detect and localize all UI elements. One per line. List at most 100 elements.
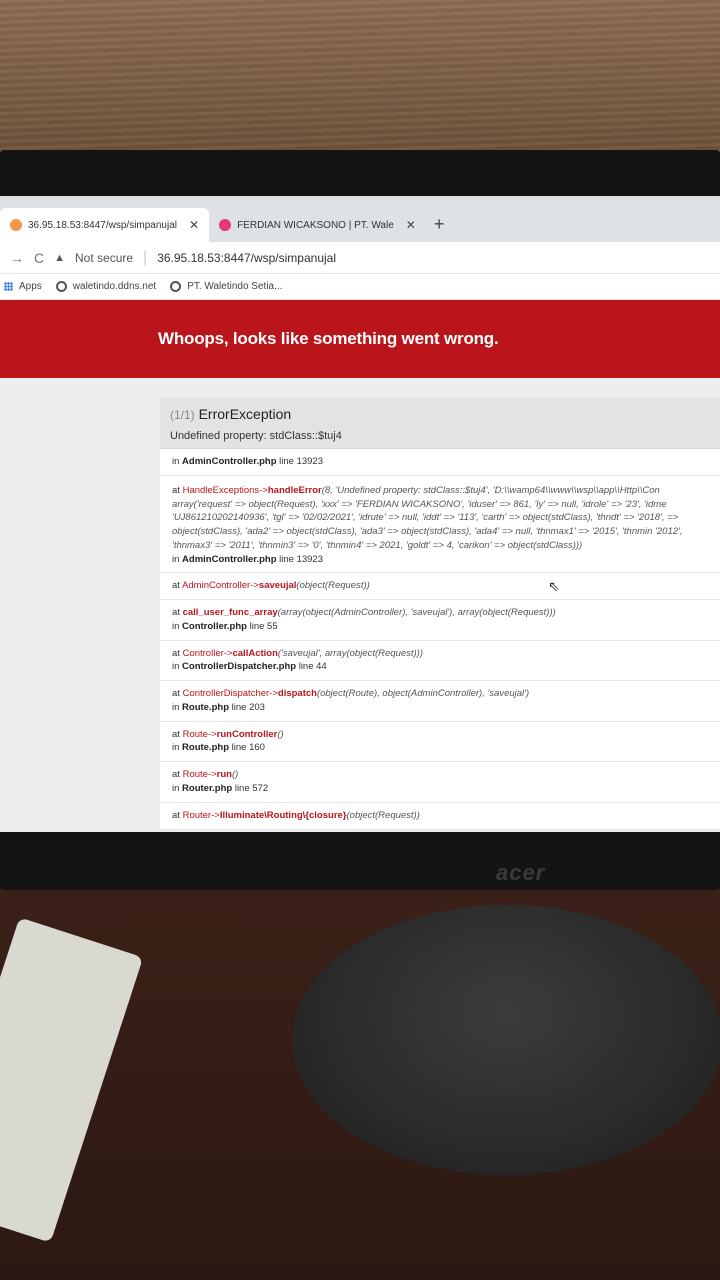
frame-args: (array(object(AdminController), 'saveuja… — [277, 607, 556, 619]
frame-args: (object(Route), object(AdminController),… — [316, 688, 530, 700]
frame-in: in — [172, 553, 180, 565]
frame-line: line 203 — [231, 701, 265, 713]
mouse-cursor-icon: ⇖ — [548, 578, 560, 594]
frame-prefix: at — [172, 580, 180, 592]
exception-header: (1/1) ErrorException Undefined property:… — [160, 398, 720, 449]
frame-args: () — [231, 769, 239, 781]
bookmarks-bar: Apps waletindo.ddns.net PT. Waletindo Se… — [0, 274, 720, 300]
frame-prefix: at — [172, 769, 180, 781]
warning-icon[interactable]: ▲ — [54, 252, 65, 264]
frame-function: run — [216, 769, 232, 781]
frame-function: handleError — [267, 484, 322, 496]
address-input[interactable]: 36.95.18.53:8447/wsp/simpanujal — [157, 251, 336, 265]
frame-file: Route.php — [182, 742, 230, 754]
stack-frame[interactable]: at Route->runController() in Route.php li… — [160, 721, 720, 763]
location-file: AdminController.php — [182, 456, 277, 467]
frame-line: line 55 — [249, 620, 278, 632]
site-favicon-icon — [10, 219, 22, 231]
frame-file: ControllerDispatcher.php — [182, 661, 297, 673]
frame-class: Route — [182, 769, 208, 781]
frame-args: (object(Request)) — [296, 580, 370, 592]
frame-function: runController — [216, 728, 278, 740]
stack-frame[interactable]: at Controller->callAction('saveujal', ar… — [160, 640, 720, 682]
close-tab-icon[interactable]: ✕ — [406, 218, 416, 232]
frame-prefix: at — [172, 607, 180, 619]
frame-prefix: at — [172, 484, 180, 496]
error-body: (1/1) ErrorException Undefined property:… — [0, 378, 720, 832]
bookmark-label: waletindo.ddns.net — [72, 281, 157, 292]
stack-frame[interactable]: at Route->run() in Router.php line 572 — [160, 762, 720, 803]
frame-in: in — [172, 742, 180, 754]
globe-icon — [55, 281, 67, 292]
bookmark-waletindo-setia[interactable]: PT. Waletindo Setia... — [170, 281, 282, 292]
frame-function: saveujal — [258, 580, 297, 592]
bookmark-label: Apps — [19, 281, 42, 292]
security-label[interactable]: Not secure — [75, 251, 133, 265]
frame-class: Controller — [182, 647, 224, 659]
forward-arrow-icon[interactable]: → — [10, 250, 24, 266]
frame-line: line 572 — [234, 783, 269, 795]
address-toolbar: → C ▲ Not secure | 36.95.18.53:8447/wsp/… — [0, 242, 720, 274]
reload-icon[interactable]: C — [34, 250, 44, 266]
frame-line: line 44 — [298, 661, 327, 673]
new-tab-button[interactable]: + — [434, 214, 445, 235]
close-tab-icon[interactable]: ✕ — [189, 218, 199, 232]
stack-frame[interactable]: at ControllerDispatcher->dispatch(object… — [160, 681, 720, 722]
frame-arrow: -> — [269, 688, 278, 700]
frame-class: HandleExceptions — [182, 484, 260, 496]
monitor-stand — [292, 905, 720, 1175]
frame-args: (object(Request)) — [346, 809, 420, 821]
frame-function: dispatch — [277, 688, 317, 700]
frame-class: ControllerDispatcher — [182, 688, 270, 700]
globe-icon — [170, 281, 182, 292]
stack-frame[interactable]: at Router->Illuminate\Routing\{closure}(… — [160, 802, 720, 830]
frame-in: in — [172, 783, 180, 795]
frame-file: Controller.php — [182, 620, 247, 632]
stack-trace: at HandleExceptions->handleError(8, 'Und… — [160, 475, 720, 830]
frame-file: AdminController.php — [182, 553, 277, 565]
wall-background — [0, 0, 720, 160]
frame-arrow: -> — [207, 728, 217, 740]
tab-label: FERDIAN WICAKSONO | PT. Wale — [237, 219, 394, 231]
frame-class: Route — [182, 728, 208, 740]
frame-line: line 13923 — [279, 553, 324, 565]
frame-arrow: -> — [250, 580, 259, 592]
frame-class: Router — [182, 809, 212, 821]
error-banner: Whoops, looks like something went wrong. — [0, 300, 720, 378]
frame-file: Router.php — [182, 783, 233, 795]
frame-line: line 160 — [231, 742, 265, 754]
frame-prefix: at — [172, 809, 180, 821]
frame-prefix: at — [172, 647, 180, 659]
browser-window: 36.95.18.53:8447/wsp/simpanujal ✕ FERDIA… — [0, 196, 720, 832]
bookmark-label: PT. Waletindo Setia... — [187, 281, 283, 292]
stack-frame[interactable]: at HandleExceptions->handleError(8, 'Und… — [160, 475, 720, 574]
tab-label: 36.95.18.53:8447/wsp/simpanujal — [28, 219, 177, 231]
exception-message: Undefined property: stdClass::$tuj4 — [170, 430, 342, 442]
exception-class: ErrorException — [198, 406, 292, 422]
frame-file: Route.php — [182, 701, 230, 713]
stack-frame[interactable]: at call_user_func_array(array(object(Adm… — [160, 600, 720, 641]
apps-icon — [4, 282, 13, 291]
frame-prefix: at — [172, 728, 180, 740]
frame-arrow: -> — [259, 484, 268, 496]
bookmark-waletindo-ddns[interactable]: waletindo.ddns.net — [55, 281, 157, 292]
frame-args: ('saveujal', array(object(Request))) — [277, 647, 424, 659]
location-prefix: in — [172, 456, 180, 467]
frame-in: in — [172, 620, 180, 632]
frame-prefix: at — [172, 688, 180, 700]
tab-strip: 36.95.18.53:8447/wsp/simpanujal ✕ FERDIA… — [0, 196, 720, 242]
tab-ferdian[interactable]: FERDIAN WICAKSONO | PT. Wale ✕ — [209, 208, 426, 242]
exception-panel: (1/1) ErrorException Undefined property:… — [160, 398, 720, 830]
frame-function: callAction — [232, 647, 278, 659]
frame-function: Illuminate\Routing\{closure} — [219, 809, 347, 821]
exception-title: (1/1) ErrorException — [170, 406, 710, 422]
stack-frame[interactable]: at AdminController->saveujal(object(Requ… — [160, 573, 720, 601]
tab-simpanujal[interactable]: 36.95.18.53:8447/wsp/simpanujal ✕ — [0, 208, 210, 242]
instagram-favicon-icon — [219, 219, 232, 231]
bookmark-apps[interactable]: Apps — [4, 281, 42, 292]
frame-in: in — [172, 701, 180, 713]
exception-count: (1/1) — [170, 408, 195, 422]
frame-args: () — [277, 728, 284, 740]
frame-arrow: -> — [207, 769, 217, 781]
divider: | — [143, 248, 148, 266]
